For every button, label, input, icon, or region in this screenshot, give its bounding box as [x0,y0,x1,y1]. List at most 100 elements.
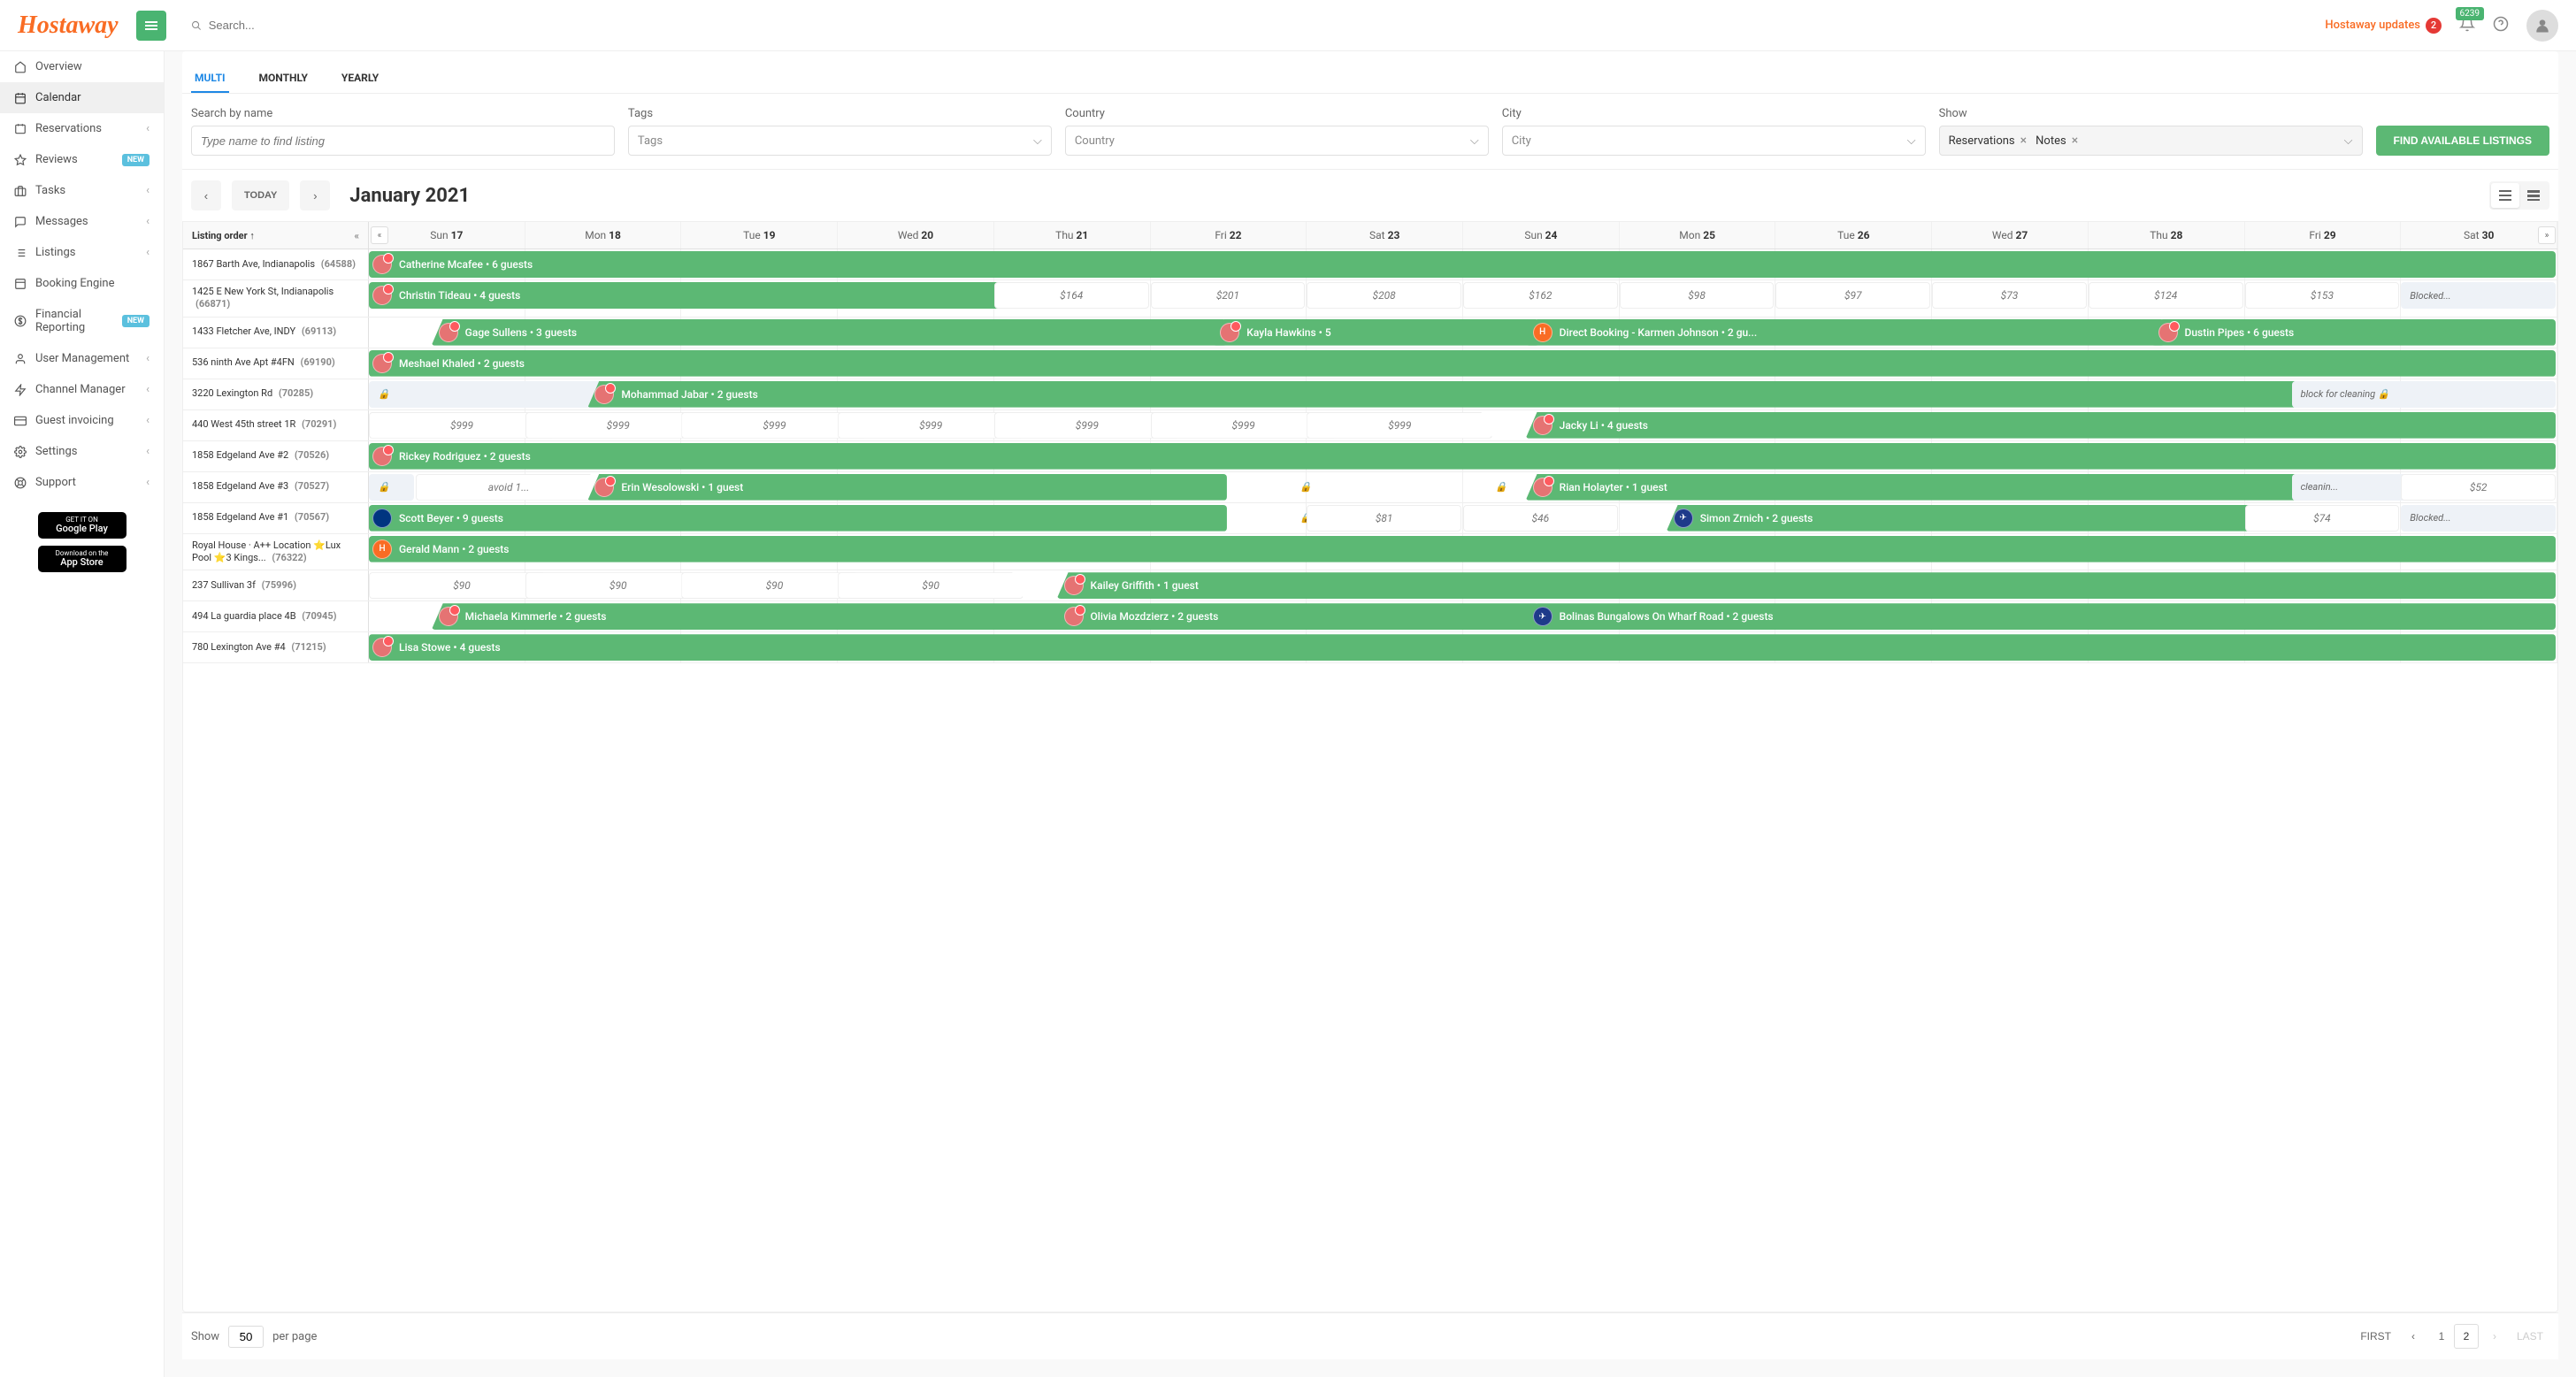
menu-toggle[interactable] [136,11,166,41]
price-cell[interactable]: $74 [2245,505,2400,532]
note-cell[interactable]: cleanin... [2292,474,2415,501]
booking-block[interactable]: Christin Tideau • 4 guests [369,282,1070,309]
tags-select[interactable]: Tags⌵ [628,126,1052,156]
price-cell[interactable]: $124 [2089,282,2243,309]
listing-cell[interactable]: 1433 Fletcher Ave, INDY (69113) [183,317,369,348]
user-avatar[interactable] [2526,10,2558,42]
price-cell[interactable]: $999 [1307,412,1492,439]
notifications[interactable]: 6239 [2459,16,2475,35]
booking-block[interactable]: HDirect Booking - Karmen Johnson • 2 gu.… [1526,319,2166,346]
price-cell[interactable]: $164 [994,282,1149,309]
note-cell[interactable]: block for cleaning 🔒 [2292,381,2556,408]
nav-item-user-management[interactable]: User Management‹ [0,343,164,374]
search-by-name-input[interactable] [201,134,605,148]
nav-item-booking-engine[interactable]: Booking Engine [0,268,164,299]
booking-block[interactable]: ✈Bolinas Bungalows On Wharf Road • 2 gue… [1526,603,2556,630]
nav-item-support[interactable]: Support‹ [0,467,164,498]
price-cell[interactable]: $52 [2401,474,2556,501]
nav-item-listings[interactable]: Listings‹ [0,237,164,268]
booking-block[interactable]: Lisa Stowe • 4 guests [369,634,2556,661]
show-select[interactable]: Reservations×Notes×⌵ [1939,126,2363,156]
price-cell[interactable]: $98 [1620,282,1775,309]
nav-item-financial-reporting[interactable]: Financial ReportingNEW [0,299,164,343]
city-select[interactable]: City⌵ [1502,126,1926,156]
page-1[interactable]: 1 [2429,1324,2454,1349]
booking-block[interactable]: ✈Simon Zrnich • 2 guests [1667,505,2290,532]
google-play-badge[interactable]: GET IT ONGoogle Play [38,512,126,539]
listing-cell[interactable]: 1858 Edgeland Ave #3 (70527) [183,472,369,502]
chip-reservations[interactable]: Reservations× [1949,134,2031,148]
booking-block[interactable]: HGerald Mann • 2 guests [369,536,2556,562]
listing-cell[interactable]: 1858 Edgeland Ave #2 (70526) [183,441,369,471]
price-cell[interactable]: $153 [2245,282,2400,309]
booking-block[interactable]: Gage Sullens • 3 guests [432,319,1227,346]
booking-block[interactable]: Mohammad Jabar • 2 guests [587,381,2297,408]
chip-notes[interactable]: Notes× [2036,134,2082,148]
tab-yearly[interactable]: YEARLY [338,65,382,93]
logo[interactable]: Hostaway [18,11,119,40]
note-cell[interactable]: 🔒 [369,381,602,408]
price-cell[interactable]: $201 [1151,282,1306,309]
price-cell[interactable]: $81 [1307,505,1461,532]
list-view-button[interactable] [2491,183,2519,208]
listing-cell[interactable]: Royal House · A++ Location ⭐Lux Pool ⭐3 … [183,534,369,570]
find-listings-button[interactable]: FIND AVAILABLE LISTINGS [2376,126,2549,156]
scroll-right-button[interactable]: » [2538,226,2556,244]
per-page-input[interactable] [228,1326,264,1348]
listing-cell[interactable]: 1425 E New York St, Indianapolis (66871) [183,280,369,317]
chip-remove-icon[interactable]: × [2072,134,2078,148]
chip-remove-icon[interactable]: × [2020,134,2027,148]
country-select[interactable]: Country⌵ [1065,126,1489,156]
help-button[interactable] [2493,16,2509,35]
booking-block[interactable]: Dustin Pipes • 6 guests [2151,319,2556,346]
nav-item-settings[interactable]: Settings‹ [0,436,164,467]
price-cell[interactable]: avoid 1... [416,474,602,501]
booking-block[interactable]: Jacky Li • 4 guests [1526,412,2556,439]
page-2[interactable]: 2 [2454,1324,2479,1349]
nav-item-reservations[interactable]: Reservations‹ [0,113,164,144]
booking-block[interactable]: Rian Holayter • 1 guest [1526,474,2298,501]
price-cell[interactable]: $208 [1307,282,1461,309]
price-cell[interactable]: $97 [1775,282,1930,309]
listing-cell[interactable]: 3220 Lexington Rd (70285) [183,379,369,409]
last-page-button[interactable]: LAST [2511,1324,2549,1349]
listing-cell[interactable]: 780 Lexington Ave #4 (71215) [183,632,369,662]
booking-block[interactable]: Scott Beyer • 9 guests [369,505,1227,532]
prev-button[interactable]: ‹ [191,180,221,210]
listing-cell[interactable]: 237 Sullivan 3f (75996) [183,570,369,601]
nav-item-guest-invoicing[interactable]: Guest invoicing‹ [0,405,164,436]
booking-block[interactable]: Michaela Kimmerle • 2 guests [432,603,1071,630]
listing-cell[interactable]: 440 West 45th street 1R (70291) [183,410,369,440]
price-cell[interactable]: $162 [1463,282,1618,309]
prev-page-button[interactable]: ‹ [2401,1324,2426,1349]
price-cell[interactable]: $46 [1463,505,1618,532]
first-page-button[interactable]: FIRST [2354,1324,2397,1349]
search-input[interactable] [209,19,327,32]
booking-block[interactable]: Rickey Rodriguez • 2 guests [369,443,2556,470]
today-button[interactable]: TODAY [232,180,289,210]
booking-block[interactable]: Catherine Mcafee • 6 guests [369,251,2556,278]
search-box[interactable] [180,11,339,40]
updates-link[interactable]: Hostaway updates 2 [2325,18,2442,34]
booking-block[interactable]: Erin Wesolowski • 1 guest [587,474,1227,501]
next-button[interactable]: › [300,180,330,210]
nav-item-tasks[interactable]: Tasks‹ [0,175,164,206]
note-cell[interactable]: 🔒 [369,474,414,501]
note-cell[interactable]: 🔒 [1229,474,1384,501]
listing-cell[interactable]: 536 ninth Ave Apt #4FN (69190) [183,348,369,379]
listing-cell[interactable]: 1867 Barth Ave, Indianapolis (64588) [183,249,369,279]
booking-block[interactable]: Kayla Hawkins • 5 [1213,319,1539,346]
grid-view-button[interactable] [2519,183,2548,208]
tab-multi[interactable]: MULTI [191,65,229,93]
price-cell[interactable]: $73 [1932,282,2087,309]
listing-order-header[interactable]: Listing order ↑ « [183,222,369,249]
nav-item-reviews[interactable]: ReviewsNEW [0,144,164,175]
scroll-left-button[interactable]: « [371,226,388,244]
note-cell[interactable]: Blocked... [2401,282,2556,309]
collapse-icon[interactable]: « [355,230,360,241]
nav-item-messages[interactable]: Messages‹ [0,206,164,237]
note-cell[interactable]: Blocked... [2401,505,2556,532]
price-cell[interactable]: $90 [838,572,1024,599]
booking-block[interactable]: Olivia Mozdzierz • 2 guests [1057,603,1540,630]
nav-item-calendar[interactable]: Calendar [0,82,164,113]
